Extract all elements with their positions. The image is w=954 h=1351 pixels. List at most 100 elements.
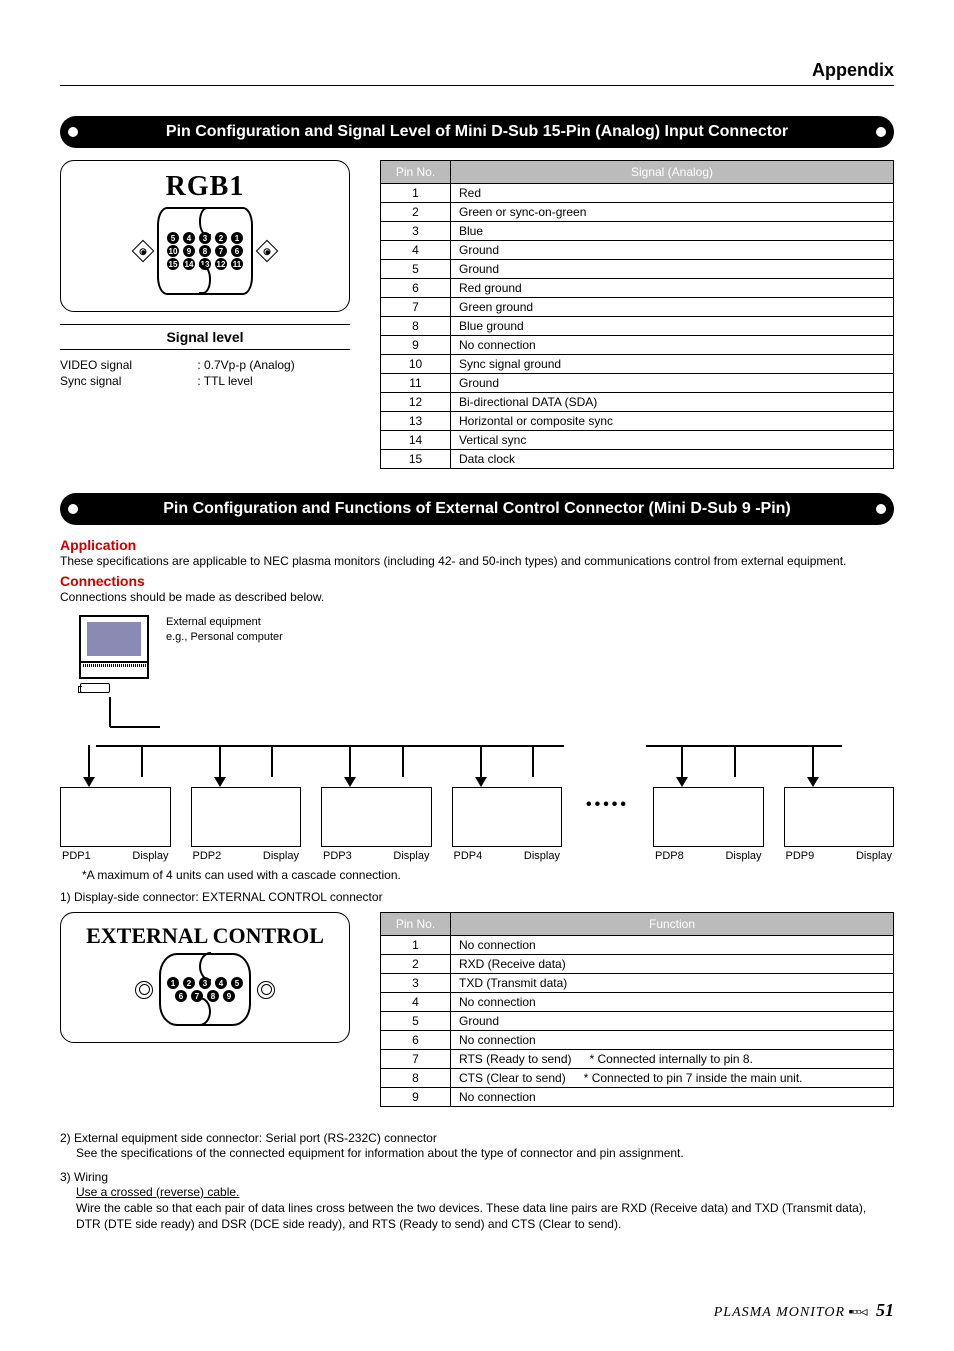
pin-number: 9 <box>381 1088 451 1107</box>
table-row: 15Data clock <box>381 450 894 469</box>
connection-diagram: External equipment e.g., Personal comput… <box>60 615 894 862</box>
screw-icon <box>135 981 153 999</box>
pin-number: 4 <box>381 241 451 260</box>
pin-number: 3 <box>381 974 451 993</box>
signal-value: Red <box>451 184 894 203</box>
table-row: 11Ground <box>381 374 894 393</box>
pdp-unit: PDP8Display <box>653 787 764 862</box>
function-value: RTS (Ready to send)* Connected internall… <box>451 1050 894 1069</box>
function-value: No connection <box>451 993 894 1012</box>
pin-number: 4 <box>381 993 451 1012</box>
screw-icon <box>132 240 155 263</box>
pin-number: 6 <box>381 279 451 298</box>
pdp-id: PDP3 <box>323 850 352 862</box>
table-row: 13Horizontal or composite sync <box>381 412 894 431</box>
pin-number: 2 <box>381 955 451 974</box>
ext-equip-label-2: e.g., Personal computer <box>166 630 283 644</box>
pin-number: 13 <box>381 412 451 431</box>
step-2-text: See the specifications of the connected … <box>76 1145 894 1161</box>
table-row: 4Ground <box>381 241 894 260</box>
pin-number: 14 <box>381 431 451 450</box>
signal-value: Vertical sync <box>451 431 894 450</box>
table-row: 2Green or sync-on-green <box>381 203 894 222</box>
table-row: 6Red ground <box>381 279 894 298</box>
signal-value: Data clock <box>451 450 894 469</box>
external-control-title: EXTERNAL CONTROL <box>69 923 341 949</box>
signal-value: Green ground <box>451 298 894 317</box>
step-1: 1) Display-side connector: EXTERNAL CONT… <box>60 890 894 904</box>
step-3: 3) Wiring <box>60 1170 894 1184</box>
signal-value: Bi-directional DATA (SDA) <box>451 393 894 412</box>
pin-number: 8 <box>381 1069 451 1088</box>
table-row: 5Ground <box>381 1012 894 1031</box>
signal-level-heading: Signal level <box>60 324 350 350</box>
footer-decoration: ▪▫▫◃ <box>849 1305 867 1320</box>
screw-icon <box>257 981 275 999</box>
pdp-unit: PDP9 Display <box>784 787 895 862</box>
table-row: 6No connection <box>381 1031 894 1050</box>
pin-number: 2 <box>381 203 451 222</box>
connections-heading: Connections <box>60 573 894 589</box>
signal-value: Blue <box>451 222 894 241</box>
page-footer: PLASMA MONITOR ▪▫▫◃ 51 <box>714 1300 894 1321</box>
table-row: 9No connection <box>381 336 894 355</box>
application-heading: Application <box>60 537 894 553</box>
video-signal-value: : 0.7Vp-p (Analog) <box>197 358 350 372</box>
pdp-unit: PDP1Display <box>60 787 171 862</box>
sync-signal-label: Sync signal <box>60 374 187 388</box>
step-3-underline: Use a crossed (reverse) cable. <box>76 1184 894 1200</box>
pdp-id: PDP1 <box>62 850 91 862</box>
table-row: 1No connection <box>381 936 894 955</box>
signal-value: No connection <box>451 336 894 355</box>
table-row: 8CTS (Clear to send)* Connected to pin 7… <box>381 1069 894 1088</box>
pin-number: 5 <box>381 1012 451 1031</box>
table-row: 1Red <box>381 184 894 203</box>
table-header-pin: Pin No. <box>381 913 451 936</box>
table-row: 5Ground <box>381 260 894 279</box>
section-heading-1-text: Pin Configuration and Signal Level of Mi… <box>80 123 874 141</box>
dsub15-pin-table: Pin No. Signal (Analog) 1Red2Green or sy… <box>380 160 894 469</box>
signal-level-list: VIDEO signal : 0.7Vp-p (Analog) Sync sig… <box>60 358 350 388</box>
pdp-unit: PDP2 Display <box>191 787 302 862</box>
pin-number: 1 <box>381 184 451 203</box>
table-row: 8Blue ground <box>381 317 894 336</box>
table-header-signal: Signal (Analog) <box>451 161 894 184</box>
function-value: RXD (Receive data) <box>451 955 894 974</box>
table-row: 7Green ground <box>381 298 894 317</box>
footer-text: PLASMA MONITOR <box>714 1305 845 1320</box>
screw-icon <box>256 240 279 263</box>
pdp-display-label: Display <box>856 850 892 862</box>
pin-number: 3 <box>381 222 451 241</box>
pdp-unit: PDP4Display <box>452 787 563 862</box>
signal-value: Green or sync-on-green <box>451 203 894 222</box>
pin-number: 15 <box>381 450 451 469</box>
table-row: 2RXD (Receive data) <box>381 955 894 974</box>
rgb1-connector-box: RGB1 54321 109876 1514131211 <box>60 160 350 312</box>
section-heading-1: Pin Configuration and Signal Level of Mi… <box>60 116 894 148</box>
page-number: 51 <box>876 1300 894 1320</box>
step-2: 2) External equipment side connector: Se… <box>60 1131 894 1145</box>
table-header-function: Function <box>451 913 894 936</box>
cascade-note: *A maximum of 4 units can used with a ca… <box>82 868 894 882</box>
table-row: 9No connection <box>381 1088 894 1107</box>
section-heading-2-text: Pin Configuration and Functions of Exter… <box>80 500 874 518</box>
pdp-id: PDP2 <box>193 850 222 862</box>
table-row: 7RTS (Ready to send)* Connected internal… <box>381 1050 894 1069</box>
function-value: No connection <box>451 936 894 955</box>
connections-text: Connections should be made as described … <box>60 589 894 605</box>
pin-number: 8 <box>381 317 451 336</box>
pin-number: 9 <box>381 336 451 355</box>
pdp-id: PDP9 <box>786 850 815 862</box>
rgb1-title: RGB1 <box>69 171 341 203</box>
pdp-unit: PDP3Display <box>321 787 432 862</box>
function-value: CTS (Clear to send)* Connected to pin 7 … <box>451 1069 894 1088</box>
pin-number: 6 <box>381 1031 451 1050</box>
pdp-display-label: Display <box>263 850 299 862</box>
table-header-pin: Pin No. <box>381 161 451 184</box>
page-section-title: Appendix <box>60 60 894 86</box>
ext-equip-label-1: External equipment <box>166 615 283 629</box>
computer-icon <box>74 615 154 693</box>
table-row: 12Bi-directional DATA (SDA) <box>381 393 894 412</box>
step-3-text: Wire the cable so that each pair of data… <box>76 1200 894 1232</box>
table-row: 14Vertical sync <box>381 431 894 450</box>
